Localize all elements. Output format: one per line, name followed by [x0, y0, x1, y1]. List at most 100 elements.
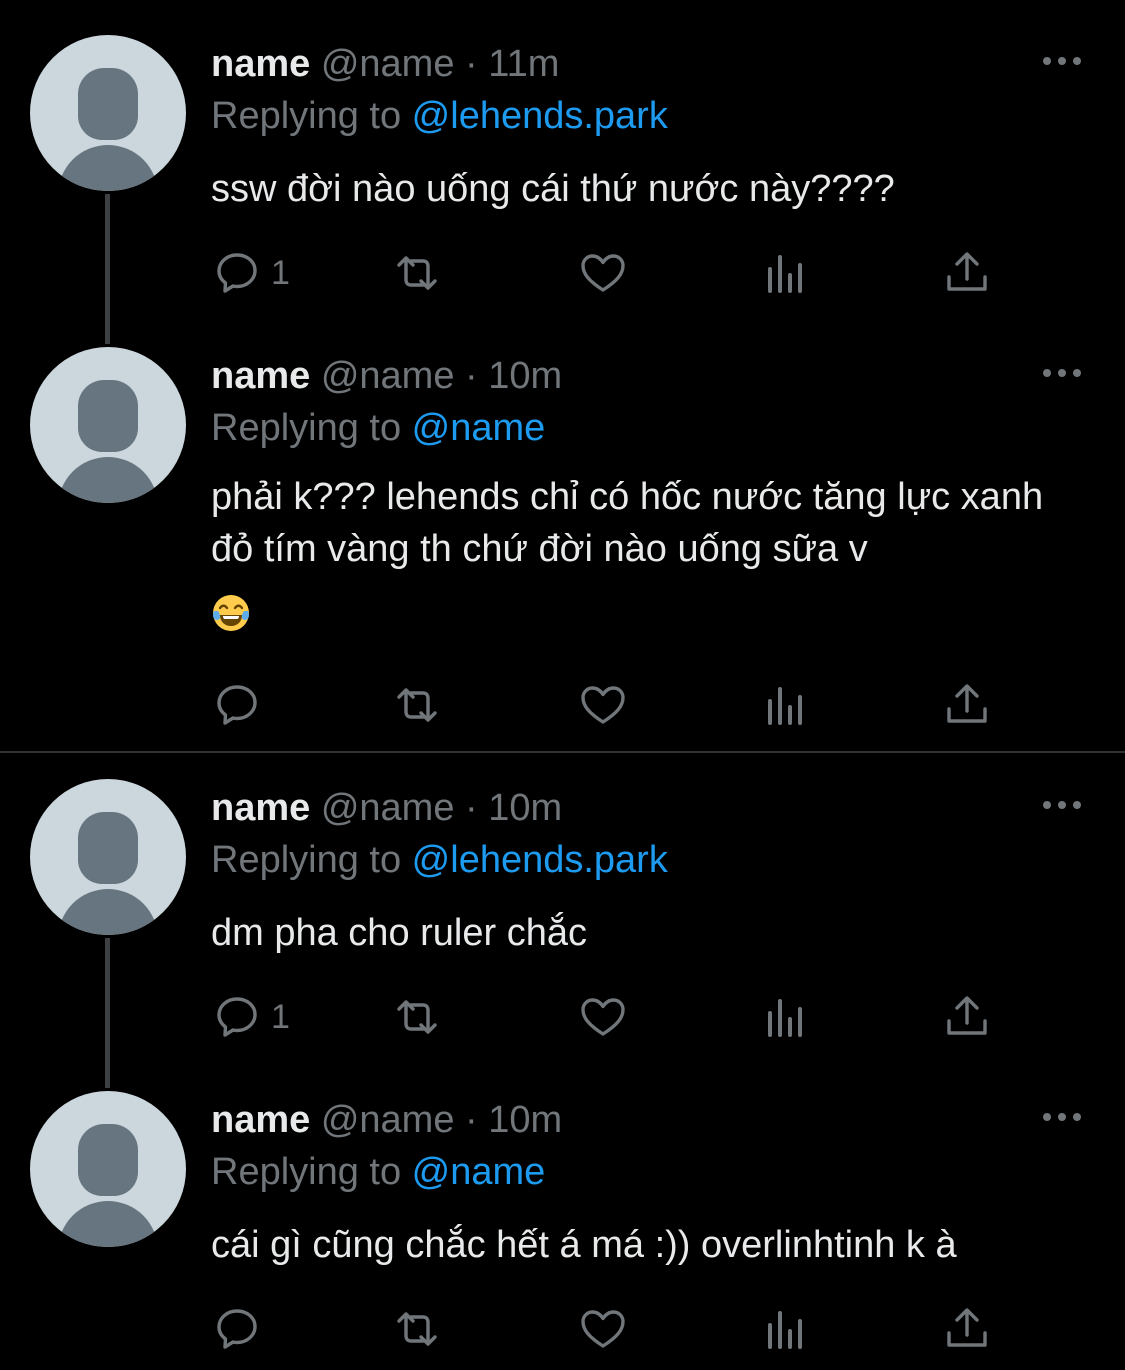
like-icon: [581, 686, 625, 724]
reply-icon: [217, 997, 257, 1037]
analytics-button[interactable]: [762, 680, 810, 730]
share-button[interactable]: [943, 1304, 991, 1354]
timestamp[interactable]: 11m: [488, 43, 559, 85]
analytics-icon: [768, 255, 802, 293]
reply-icon: [217, 685, 257, 725]
analytics-button[interactable]: [762, 1304, 810, 1354]
reply-icon: [217, 253, 257, 293]
more-icon[interactable]: [1042, 367, 1082, 379]
avatar[interactable]: [30, 1091, 186, 1247]
user-handle[interactable]: @name: [321, 1099, 455, 1141]
display-name[interactable]: name: [211, 43, 310, 85]
retweet-button[interactable]: [393, 248, 441, 298]
avatar-shoulders: [58, 145, 158, 191]
avatar[interactable]: [30, 347, 186, 503]
share-icon: [947, 252, 987, 291]
user-handle[interactable]: @name: [321, 787, 455, 829]
tweet-header: name @name · 11m: [211, 41, 559, 87]
replying-to-link[interactable]: @name: [412, 407, 546, 449]
more-icon[interactable]: [1042, 1111, 1082, 1123]
tweet-actions: 1: [0, 248, 1125, 298]
share-button[interactable]: [943, 680, 991, 730]
tweet-text: dm pha cho ruler chắc: [211, 907, 1091, 959]
share-icon: [947, 996, 987, 1035]
retweet-icon: [397, 1000, 437, 1034]
separator: ·: [465, 1099, 478, 1141]
analytics-button[interactable]: [762, 248, 810, 298]
tweet-header: name @name · 10m: [211, 1097, 562, 1143]
tweet[interactable]: name @name · 10m Replying to @name phải …: [0, 347, 1125, 747]
retweet-button[interactable]: [393, 992, 441, 1042]
avatar-head: [78, 68, 138, 140]
avatar-shoulders: [58, 457, 158, 503]
retweet-icon: [397, 1312, 437, 1346]
retweet-button[interactable]: [393, 1304, 441, 1354]
reply-button[interactable]: 1: [213, 248, 290, 298]
like-icon: [581, 998, 625, 1036]
display-name[interactable]: name: [211, 355, 310, 397]
thread-divider: [0, 751, 1125, 753]
avatar-head: [78, 1124, 138, 1196]
tweet-actions: [0, 1304, 1125, 1354]
replying-to-link[interactable]: @name: [412, 1151, 546, 1193]
replying-prefix: Replying to: [211, 1151, 412, 1193]
share-button[interactable]: [943, 992, 991, 1042]
tweet-header: name @name · 10m: [211, 785, 562, 831]
reply-count: 1: [271, 997, 290, 1036]
tweet[interactable]: name @name · 10m Replying to @name cái g…: [0, 1091, 1125, 1370]
analytics-icon: [768, 687, 802, 725]
tweet-text-content: ssw đời nào uống cái thứ nước này????: [211, 168, 895, 210]
retweet-icon: [397, 688, 437, 722]
share-icon: [947, 1308, 987, 1347]
tweet-text: phải k??? lehends chỉ có hốc nước tăng l…: [211, 471, 1091, 647]
conversation-feed: name @name · 11m Replying to @lehends.pa…: [0, 0, 1125, 1370]
replying-to-link[interactable]: @lehends.park: [412, 839, 668, 881]
like-button[interactable]: [579, 680, 627, 730]
replying-to: Replying to @lehends.park: [211, 93, 668, 139]
reply-button[interactable]: [213, 1304, 271, 1354]
reply-button[interactable]: [213, 680, 271, 730]
reply-button[interactable]: 1: [213, 992, 290, 1042]
like-icon: [581, 1310, 625, 1348]
separator: ·: [465, 355, 478, 397]
user-handle[interactable]: @name: [321, 43, 455, 85]
separator: ·: [465, 43, 478, 85]
avatar-shoulders: [58, 1201, 158, 1247]
timestamp[interactable]: 10m: [488, 355, 562, 397]
display-name[interactable]: name: [211, 787, 310, 829]
laughing-tears-emoji: [213, 595, 249, 631]
tweet-actions: 1: [0, 992, 1125, 1042]
tweet[interactable]: name @name · 10m Replying to @lehends.pa…: [0, 779, 1125, 1079]
tweet-actions: [0, 680, 1125, 730]
more-icon[interactable]: [1042, 55, 1082, 67]
replying-to-link[interactable]: @lehends.park: [412, 95, 668, 137]
reply-count: 1: [271, 253, 290, 292]
retweet-icon: [397, 256, 437, 290]
display-name[interactable]: name: [211, 1099, 310, 1141]
avatar[interactable]: [30, 779, 186, 935]
like-button[interactable]: [579, 248, 627, 298]
like-button[interactable]: [579, 992, 627, 1042]
like-button[interactable]: [579, 1304, 627, 1354]
tweet-text: ssw đời nào uống cái thứ nước này????: [211, 163, 1091, 215]
timestamp[interactable]: 10m: [488, 787, 562, 829]
avatar-shoulders: [58, 889, 158, 935]
replying-prefix: Replying to: [211, 407, 412, 449]
retweet-button[interactable]: [393, 680, 441, 730]
analytics-button[interactable]: [762, 992, 810, 1042]
analytics-icon: [768, 999, 802, 1037]
timestamp[interactable]: 10m: [488, 1099, 562, 1141]
more-icon[interactable]: [1042, 799, 1082, 811]
share-icon: [947, 684, 987, 723]
tweet-header: name @name · 10m: [211, 353, 562, 399]
avatar[interactable]: [30, 35, 186, 191]
tweet-text-content: phải k??? lehends chỉ có hốc nước tăng l…: [211, 476, 1044, 570]
avatar-head: [78, 812, 138, 884]
tweet-text-content: dm pha cho ruler chắc: [211, 912, 587, 954]
replying-to: Replying to @lehends.park: [211, 837, 668, 883]
reply-icon: [217, 1309, 257, 1349]
share-button[interactable]: [943, 248, 991, 298]
tweet[interactable]: name @name · 11m Replying to @lehends.pa…: [0, 35, 1125, 335]
separator: ·: [465, 787, 478, 829]
user-handle[interactable]: @name: [321, 355, 455, 397]
